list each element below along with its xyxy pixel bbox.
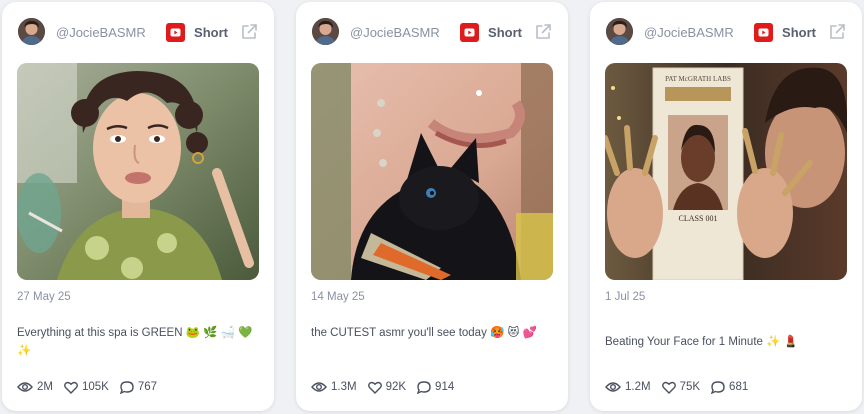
card-header: @JocieBASMR Short bbox=[606, 16, 846, 48]
comments-stat: 767 bbox=[119, 380, 158, 394]
video-thumbnail[interactable] bbox=[17, 63, 259, 280]
short-badge[interactable]: Short bbox=[460, 22, 522, 42]
short-badge[interactable]: Short bbox=[754, 22, 816, 42]
video-stats: 1.3M 92K 914 bbox=[311, 378, 465, 396]
video-thumbnail[interactable]: PAT McGRATH LABS CLASS 001 bbox=[605, 63, 847, 280]
video-title[interactable]: Everything at this spa is GREEN 🐸 🌿 🛁 💚 … bbox=[17, 324, 260, 360]
short-badge[interactable]: Short bbox=[166, 22, 228, 42]
short-label: Short bbox=[782, 24, 816, 40]
eye-icon bbox=[311, 382, 327, 392]
card-header: @JocieBASMR Short bbox=[18, 16, 258, 48]
heart-icon bbox=[367, 381, 382, 394]
short-label: Short bbox=[194, 24, 228, 40]
video-title[interactable]: the CUTEST asmr you'll see today 🥵 😻 💕 bbox=[311, 324, 554, 342]
avatar[interactable] bbox=[18, 18, 45, 45]
youtube-icon bbox=[754, 22, 774, 42]
video-stats: 1.2M 75K 681 bbox=[605, 378, 759, 396]
brand-text: PAT McGRATH LABS bbox=[665, 75, 731, 83]
comment-icon bbox=[417, 380, 431, 394]
publish-date: 27 May 25 bbox=[17, 291, 71, 303]
views-count: 2M bbox=[37, 381, 53, 393]
publish-date: 14 May 25 bbox=[311, 291, 365, 303]
eye-icon bbox=[17, 382, 33, 392]
video-title[interactable]: Beating Your Face for 1 Minute ✨ 💄 bbox=[605, 333, 848, 351]
views-stat: 1.2M bbox=[605, 381, 651, 393]
avatar[interactable] bbox=[606, 18, 633, 45]
card-header: @JocieBASMR Short bbox=[312, 16, 552, 48]
views-count: 1.3M bbox=[331, 381, 357, 393]
video-thumbnail[interactable] bbox=[311, 63, 553, 280]
publish-date: 1 Jul 25 bbox=[605, 291, 646, 303]
youtube-icon bbox=[460, 22, 480, 42]
external-link-icon[interactable] bbox=[828, 23, 846, 41]
product-text: CLASS 001 bbox=[679, 214, 718, 223]
eye-icon bbox=[605, 382, 621, 392]
views-stat: 2M bbox=[17, 381, 53, 393]
comments-count: 914 bbox=[435, 381, 455, 393]
views-stat: 1.3M bbox=[311, 381, 357, 393]
heart-icon bbox=[64, 381, 78, 394]
comments-stat: 914 bbox=[417, 380, 455, 394]
comment-icon bbox=[711, 380, 725, 394]
avatar[interactable] bbox=[312, 18, 339, 45]
comments-stat: 681 bbox=[711, 380, 749, 394]
comment-icon bbox=[119, 380, 134, 394]
short-label: Short bbox=[488, 24, 522, 40]
external-link-icon[interactable] bbox=[240, 23, 258, 41]
likes-stat: 105K bbox=[64, 381, 109, 394]
video-stats: 2M 105K 767 bbox=[17, 378, 168, 396]
likes-stat: 75K bbox=[661, 381, 701, 394]
views-count: 1.2M bbox=[625, 381, 651, 393]
likes-count: 105K bbox=[81, 381, 109, 393]
channel-handle[interactable]: @JocieBASMR bbox=[644, 25, 734, 40]
channel-handle[interactable]: @JocieBASMR bbox=[56, 25, 146, 40]
youtube-icon bbox=[166, 22, 186, 42]
comments-count: 681 bbox=[729, 381, 749, 393]
comments-count: 767 bbox=[137, 381, 158, 393]
external-link-icon[interactable] bbox=[534, 23, 552, 41]
heart-icon bbox=[661, 381, 676, 394]
likes-count: 75K bbox=[679, 381, 701, 393]
video-card[interactable]: @JocieBASMR Short bbox=[296, 2, 568, 411]
channel-handle[interactable]: @JocieBASMR bbox=[350, 25, 440, 40]
video-card[interactable]: @JocieBASMR Short bbox=[590, 2, 862, 411]
likes-stat: 92K bbox=[367, 381, 407, 394]
likes-count: 92K bbox=[385, 381, 407, 393]
video-card[interactable]: @JocieBASMR Short bbox=[2, 2, 274, 411]
